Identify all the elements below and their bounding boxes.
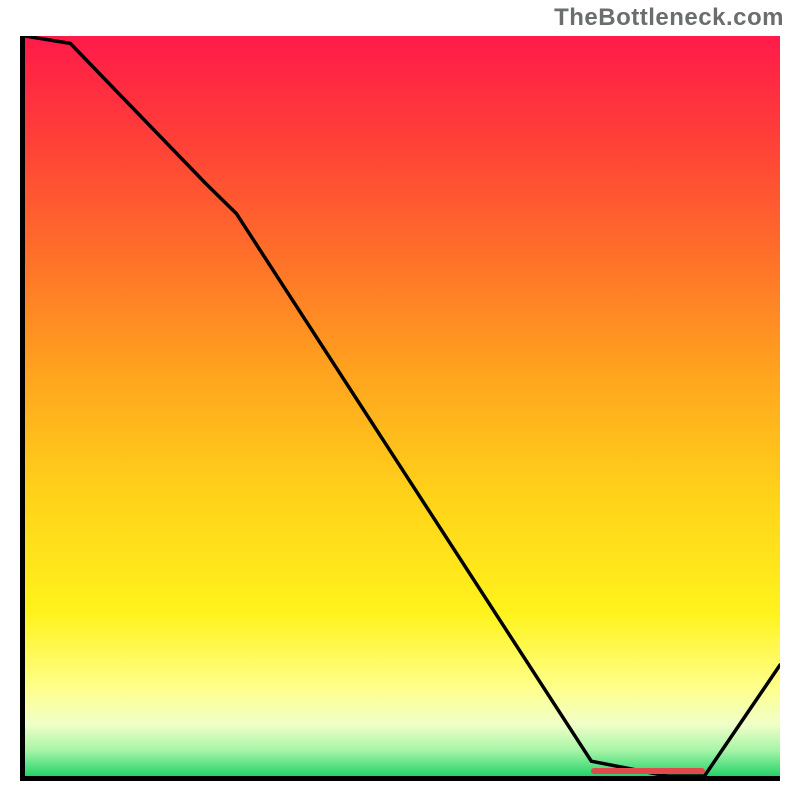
chart-wrapper: TheBottleneck.com <box>0 0 800 800</box>
attribution-text: TheBottleneck.com <box>554 4 784 32</box>
plot-area <box>20 36 780 781</box>
optimal-range-marker <box>591 768 704 774</box>
bottleneck-curve <box>25 36 780 776</box>
